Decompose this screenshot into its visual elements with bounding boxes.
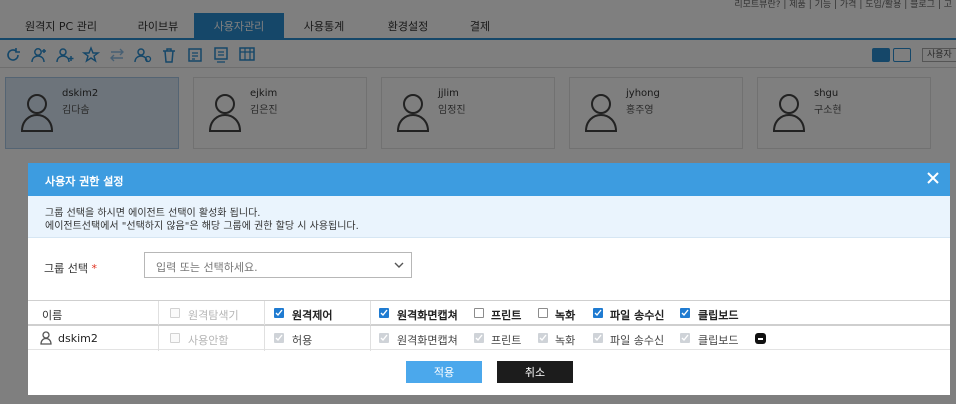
header-checkbox-remote-control[interactable] (274, 308, 284, 318)
apply-button[interactable]: 적용 (406, 361, 482, 383)
row-checkbox-print (474, 333, 484, 343)
column-header-remote-search: 원격탐색기 (188, 309, 239, 322)
group-select-placeholder: 입력 또는 선택하세요. (156, 261, 258, 274)
row-record-label: 녹화 (555, 334, 576, 347)
row-checkbox-file-transfer (593, 333, 603, 343)
column-header-clipboard: 클립보드 (698, 309, 739, 322)
column-header-file-transfer: 파일 송수신 (610, 309, 665, 322)
column-header-record: 녹화 (555, 309, 576, 322)
chevron-down-icon (394, 262, 404, 268)
header-checkbox-record[interactable] (538, 308, 548, 318)
remove-row-button[interactable] (755, 333, 766, 344)
row-remote-control-value: 허용 (292, 334, 313, 347)
row-checkbox-screen-capture (379, 333, 389, 343)
row-file-transfer-label: 파일 송수신 (610, 334, 665, 347)
permission-table: 이름 원격탐색기 원격제어 원격화면캡쳐 프린트 녹화 파일 송수신 클립보드 … (28, 300, 950, 351)
required-mark: * (91, 262, 97, 275)
header-checkbox-print[interactable] (474, 308, 484, 318)
column-header-name: 이름 (42, 309, 63, 322)
column-header-remote-control: 원격제어 (292, 309, 333, 322)
row-checkbox-remote-search (170, 333, 180, 343)
notice-box: 그룹 선택을 하시면 에이전트 선택이 활성화 됩니다. 에이전트선택에서 "선… (28, 196, 950, 238)
header-checkbox-screen-capture[interactable] (379, 308, 389, 318)
close-icon[interactable] (924, 169, 942, 187)
permission-modal: 사용자 권한 설정 그룹 선택을 하시면 에이전트 선택이 활성화 됩니다. 에… (28, 163, 950, 395)
row-clipboard-label: 클립보드 (698, 334, 739, 347)
row-checkbox-remote-control (274, 333, 284, 343)
table-header-row: 이름 원격탐색기 원격제어 원격화면캡쳐 프린트 녹화 파일 송수신 클립보드 (28, 300, 950, 326)
modal-header: 사용자 권한 설정 (28, 163, 950, 196)
row-checkbox-clipboard (680, 333, 690, 343)
row-print-label: 프린트 (491, 334, 522, 347)
group-select-label: 그룹 선택 * (44, 260, 97, 276)
row-user-name: dskim2 (58, 332, 98, 345)
header-checkbox-remote-search (170, 308, 180, 318)
row-screen-capture-label: 원격화면캡쳐 (397, 334, 458, 347)
row-checkbox-record (538, 333, 548, 343)
table-row: dskim2 사용안함 허용 원격화면캡쳐 프린트 녹화 파일 송수신 클립보드 (28, 325, 950, 351)
group-select-dropdown[interactable]: 입력 또는 선택하세요. (144, 252, 412, 278)
column-header-screen-capture: 원격화면캡쳐 (397, 309, 458, 322)
row-remote-search-value: 사용안함 (188, 334, 229, 347)
user-icon (40, 331, 52, 345)
notice-line: 에이전트선택에서 "선택하지 않음"은 해당 그룹에 권한 할당 시 사용됩니다… (45, 221, 359, 232)
header-checkbox-clipboard[interactable] (680, 308, 690, 318)
column-header-print: 프린트 (491, 309, 522, 322)
cancel-button[interactable]: 취소 (497, 361, 573, 383)
modal-title: 사용자 권한 설정 (45, 175, 124, 188)
header-checkbox-file-transfer[interactable] (593, 308, 603, 318)
group-label-text: 그룹 선택 (44, 262, 88, 275)
